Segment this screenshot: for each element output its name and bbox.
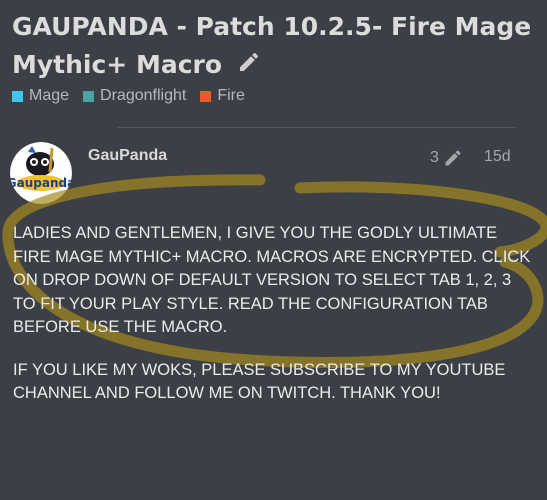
avatar-logo-text: Gaupanda bbox=[10, 176, 72, 190]
divider bbox=[118, 127, 515, 128]
category-label: Mage bbox=[29, 87, 70, 104]
pencil-icon bbox=[445, 150, 461, 166]
edit-history-button[interactable]: 3 bbox=[430, 148, 463, 168]
category-label: Dragonflight bbox=[100, 87, 187, 104]
post-date[interactable]: 15d bbox=[484, 148, 511, 166]
edit-title-pencil-icon[interactable] bbox=[237, 47, 261, 85]
post-paragraph: LADIES AND GENTLEMEN, I GIVE YOU THE GOD… bbox=[13, 224, 531, 336]
post-author[interactable]: GauPanda bbox=[88, 147, 167, 165]
post-paragraph: IF YOU LIKE MY WOKS, PLEASE SUBSCRIBE TO… bbox=[13, 360, 506, 403]
avatar[interactable]: Gaupanda bbox=[10, 142, 72, 204]
category-color-swatch bbox=[200, 90, 212, 102]
category-color-swatch bbox=[12, 90, 23, 102]
topic-title: GAUPANDA - Patch 10.2.5- Fire Mage Mythi… bbox=[12, 8, 532, 85]
category-color-swatch bbox=[83, 90, 95, 102]
edit-count: 3 bbox=[430, 149, 439, 166]
topic-title-text: GAUPANDA - Patch 10.2.5- Fire Mage Mythi… bbox=[12, 12, 532, 79]
category-label: Fire bbox=[217, 87, 245, 104]
category-badges: Mage Dragonflight Fire bbox=[12, 86, 259, 106]
category-fire[interactable]: Fire bbox=[200, 87, 245, 105]
post-body: LADIES AND GENTLEMEN, I GIVE YOU THE GOD… bbox=[13, 222, 535, 425]
category-dragonflight[interactable]: Dragonflight bbox=[83, 87, 186, 105]
category-mage[interactable]: Mage bbox=[12, 87, 69, 105]
